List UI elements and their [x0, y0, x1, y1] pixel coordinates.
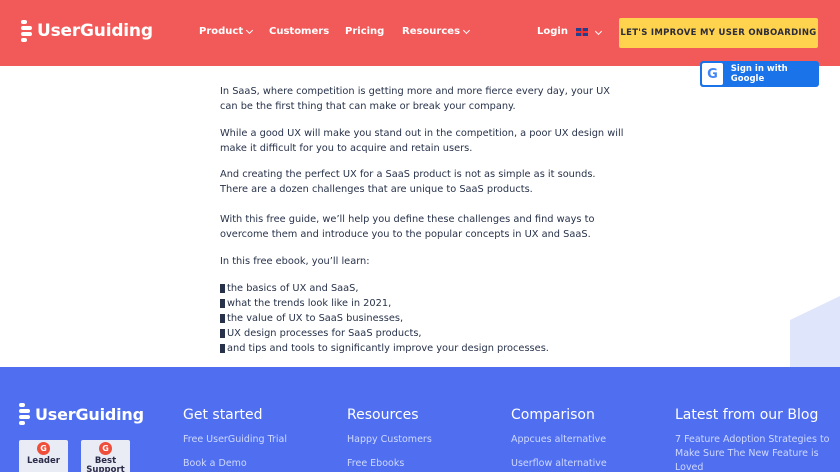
bullet-icon	[220, 344, 225, 353]
google-signin-button[interactable]: G Sign in with Google	[700, 61, 819, 87]
list-item: the basics of UX and SaaS,	[220, 281, 549, 296]
nav-resources[interactable]: Resources	[402, 26, 471, 37]
decorative-shape	[790, 296, 840, 368]
nav-product-label: Product	[199, 26, 244, 37]
login-link[interactable]: Login	[537, 26, 568, 37]
uk-flag-icon[interactable]	[576, 28, 588, 36]
footer-heading: Comparison	[511, 407, 595, 423]
intro-paragraph-2: While a good UX will make you stand out …	[220, 128, 624, 154]
g2-icon: G	[37, 442, 50, 455]
badge-label: Best Support	[86, 456, 125, 472]
chevron-down-icon	[462, 26, 471, 34]
footer-col-comparison: Comparison Appcues alternative Userflow …	[511, 407, 607, 469]
bullet-icon	[220, 329, 225, 338]
google-signin-label: Sign in with Google	[730, 64, 788, 84]
footer-heading: Get started	[183, 407, 263, 423]
intro-paragraph-1: In SaaS, where competition is getting mo…	[220, 86, 610, 112]
footer-brand-name: UserGuiding	[35, 404, 144, 424]
nav-pricing-label: Pricing	[345, 26, 385, 37]
footer-link-book-demo[interactable]: Book a Demo	[183, 458, 247, 469]
footer-heading: Resources	[347, 407, 419, 423]
userguiding-logo-icon	[21, 20, 32, 42]
g2-leader-badge: G Leader	[19, 440, 68, 472]
list-item: and tips and tools to significantly impr…	[220, 341, 549, 356]
g2-best-support-badge: G Best Support	[81, 440, 130, 472]
chevron-down-icon	[246, 26, 254, 34]
footer: UserGuiding G Leader G Best Support Get …	[0, 367, 840, 472]
bullet-icon	[220, 299, 225, 308]
list-item: UX design processes for SaaS products,	[220, 326, 549, 341]
footer-heading: Latest from our Blog	[675, 407, 819, 423]
footer-link-appcues-alternative[interactable]: Appcues alternative	[511, 434, 606, 445]
intro-paragraph-3: And creating the perfect UX for a SaaS p…	[220, 169, 596, 195]
login-label: Login	[537, 26, 568, 37]
bullet-icon	[220, 284, 225, 293]
footer-link-blog-post[interactable]: 7 Feature Adoption Strategies to Make Su…	[675, 433, 835, 472]
nav-pricing[interactable]: Pricing	[345, 26, 384, 37]
footer-link-free-trial[interactable]: Free UserGuiding Trial	[183, 434, 287, 445]
footer-col-resources: Resources Happy Customers Free Ebooks	[347, 407, 432, 469]
brand-logo[interactable]: UserGuiding	[21, 20, 153, 42]
footer-link-userflow-alternative[interactable]: Userflow alternative	[511, 458, 607, 469]
learn-heading: In this free ebook, you’ll learn:	[220, 256, 370, 267]
footer-brand-logo[interactable]: UserGuiding	[19, 403, 144, 425]
top-navbar: UserGuiding Product Customers Pricing Re…	[0, 0, 840, 66]
nav-product[interactable]: Product	[199, 26, 254, 37]
footer-link-happy-customers[interactable]: Happy Customers	[347, 434, 432, 445]
list-item: what the trends look like in 2021,	[220, 296, 549, 311]
nav-customers-label: Customers	[269, 26, 330, 37]
userguiding-logo-icon	[19, 403, 30, 425]
badge-label: Leader	[27, 456, 60, 466]
footer-link-free-ebooks[interactable]: Free Ebooks	[347, 458, 404, 469]
improve-onboarding-button[interactable]: LET'S IMPROVE MY USER ONBOARDING	[619, 18, 818, 48]
footer-col-blog: Latest from our Blog 7 Feature Adoption …	[675, 407, 829, 472]
google-icon: G	[702, 63, 723, 85]
g2-icon: G	[99, 442, 112, 455]
bullet-icon	[220, 314, 225, 323]
footer-col-get-started: Get started Free UserGuiding Trial Book …	[183, 407, 287, 469]
list-item: the value of UX to SaaS businesses,	[220, 311, 549, 326]
learn-list: the basics of UX and SaaS, what the tren…	[220, 281, 549, 356]
nav-customers[interactable]: Customers	[269, 26, 329, 37]
intro-paragraph-4: With this free guide, we’ll help you def…	[220, 214, 595, 240]
brand-name: UserGuiding	[37, 21, 153, 41]
nav-resources-label: Resources	[402, 26, 461, 37]
chevron-down-icon[interactable]	[594, 27, 603, 36]
